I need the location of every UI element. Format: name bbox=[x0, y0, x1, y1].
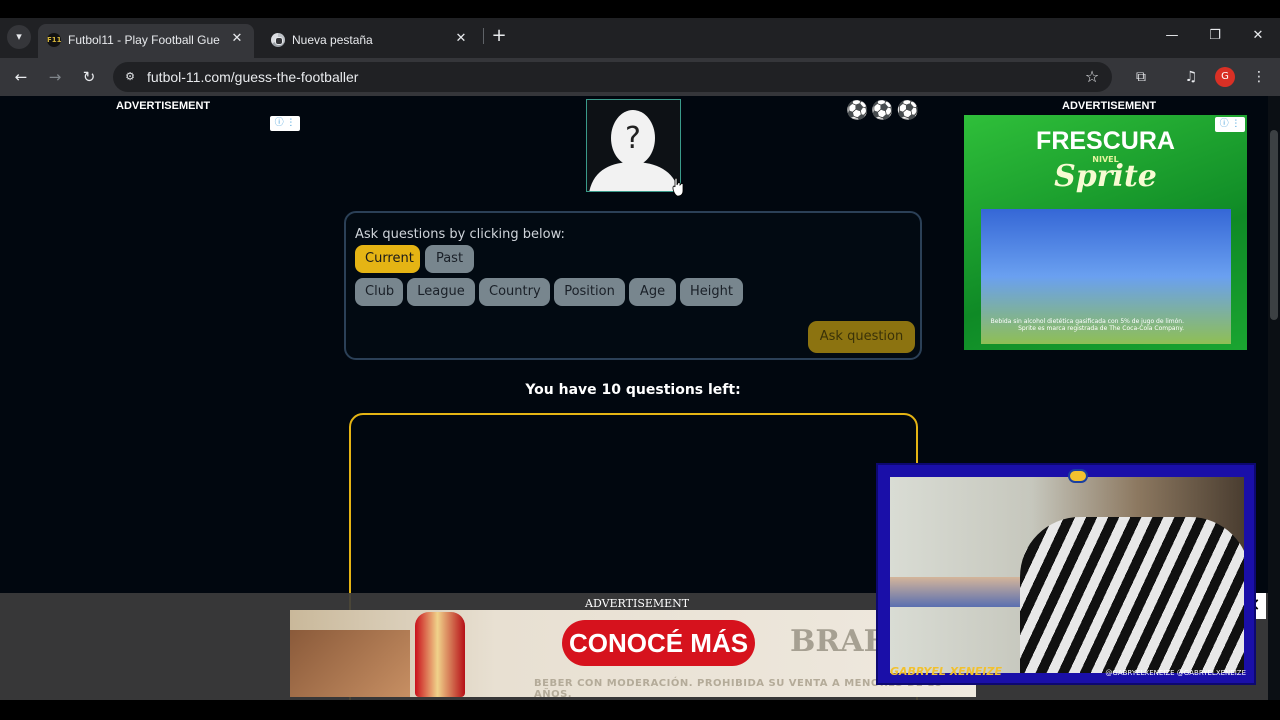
reload-icon[interactable]: ↻ bbox=[76, 64, 102, 90]
left-ad-label: ADVERTISEMENT bbox=[116, 100, 211, 112]
tab-futbol11[interactable]: F11 Futbol11 - Play Football Guess ✕ bbox=[38, 24, 254, 58]
mystery-player-silhouette: ? bbox=[586, 99, 681, 192]
address-bar[interactable]: ⚙ futbol-11.com/guess-the-footballer ☆ bbox=[113, 62, 1112, 92]
tab-close-icon[interactable]: ✕ bbox=[452, 30, 470, 48]
mouse-cursor-icon bbox=[672, 177, 684, 197]
chip-position[interactable]: Position bbox=[554, 278, 625, 306]
sprite-logo: Sprite bbox=[1054, 159, 1157, 194]
back-icon[interactable]: ← bbox=[8, 64, 34, 90]
questions-left-text: You have 10 questions left: bbox=[525, 382, 741, 398]
tab-close-icon[interactable]: ✕ bbox=[228, 30, 246, 48]
tab-new-tab[interactable]: Nueva pestaña ✕ bbox=[262, 24, 478, 58]
menu-icon[interactable]: ⋮ bbox=[1248, 66, 1270, 88]
new-tab-button[interactable]: + bbox=[488, 25, 510, 47]
extensions-icon[interactable]: ⧉ bbox=[1130, 66, 1152, 88]
bottom-ad-label: ADVERTISEMENT bbox=[585, 597, 690, 610]
chip-league[interactable]: League bbox=[407, 278, 475, 306]
url-text[interactable]: futbol-11.com/guess-the-footballer bbox=[147, 69, 358, 85]
silhouette-icon: ? bbox=[589, 110, 679, 191]
screen-bottom-strip bbox=[0, 700, 1280, 720]
right-ad-label: ADVERTISEMENT bbox=[1062, 100, 1157, 112]
question-panel: Ask questions by clicking below: Current… bbox=[344, 211, 922, 360]
chrome-favicon-icon bbox=[271, 33, 285, 47]
media-icon[interactable]: ♫ bbox=[1180, 66, 1202, 88]
scrollbar-thumb[interactable] bbox=[1270, 130, 1278, 320]
tab-title: Nueva pestaña bbox=[292, 33, 373, 47]
sprite-ad[interactable]: FRESCURA NIVEL Sprite Bebida sin alcohol… bbox=[964, 115, 1247, 350]
chip-club[interactable]: Club bbox=[355, 278, 403, 306]
team-crest-icon bbox=[1068, 469, 1088, 483]
streamer-name: GABRYEL XENEIZE bbox=[890, 665, 1003, 678]
brahma-bottle-image bbox=[415, 612, 465, 697]
webcam-background bbox=[890, 577, 1030, 607]
question-prompt: Ask questions by clicking below: bbox=[355, 227, 565, 242]
tab-separator bbox=[483, 28, 484, 44]
ask-question-button[interactable]: Ask question bbox=[808, 321, 915, 353]
browser-toolbar: ← → ↻ ⚙ futbol-11.com/guess-the-football… bbox=[0, 58, 1280, 96]
screen-top-strip bbox=[0, 0, 1280, 18]
site-info-icon[interactable]: ⚙ bbox=[121, 68, 139, 86]
brahma-ad[interactable]: CONOCÉ MÁS BRAHMA BEBER CON MODERACIÓN. … bbox=[290, 610, 976, 697]
minimize-icon[interactable]: — bbox=[1152, 24, 1192, 48]
sprite-fine-print: Bebida sin alcohol dietética gasificada … bbox=[990, 318, 1184, 332]
chip-height[interactable]: Height bbox=[680, 278, 743, 306]
streamer-handles: @GABRYELXENEIZE @GABRYELXENEIZE bbox=[1105, 669, 1246, 677]
forward-icon[interactable]: → bbox=[42, 64, 68, 90]
tab-search-icon[interactable]: ▾ bbox=[7, 25, 31, 49]
webcam-person bbox=[1020, 517, 1244, 673]
profile-avatar[interactable]: G bbox=[1215, 67, 1235, 87]
streamer-webcam-overlay: GABRYEL XENEIZE @GABRYELXENEIZE @GABRYEL… bbox=[876, 463, 1256, 685]
browser-tab-bar: ▾ F11 Futbol11 - Play Football Guess ✕ N… bbox=[0, 18, 1280, 58]
close-window-icon[interactable]: ✕ bbox=[1238, 24, 1278, 48]
adchoices-icon[interactable]: ⓘ ⋮ bbox=[1215, 117, 1245, 132]
futbol11-favicon-icon: F11 bbox=[47, 33, 62, 47]
restore-icon[interactable]: ❐ bbox=[1195, 24, 1235, 48]
adchoices-icon[interactable]: ⓘ ⋮ bbox=[270, 116, 300, 131]
chip-current[interactable]: Current bbox=[355, 245, 420, 273]
sprite-headline: FRESCURA bbox=[1036, 127, 1175, 155]
bookmark-star-icon[interactable]: ☆ bbox=[1082, 67, 1102, 87]
brahma-cta[interactable]: CONOCÉ MÁS bbox=[562, 620, 755, 666]
chip-past[interactable]: Past bbox=[425, 245, 474, 273]
question-mark: ? bbox=[625, 121, 641, 156]
chip-country[interactable]: Country bbox=[479, 278, 550, 306]
webcam-feed bbox=[890, 477, 1244, 673]
lives-balls-icon: ⚽⚽⚽ bbox=[846, 100, 923, 121]
tab-title: Futbol11 - Play Football Guess bbox=[68, 33, 220, 47]
brahma-ad-photo bbox=[290, 630, 410, 697]
chip-age[interactable]: Age bbox=[629, 278, 676, 306]
